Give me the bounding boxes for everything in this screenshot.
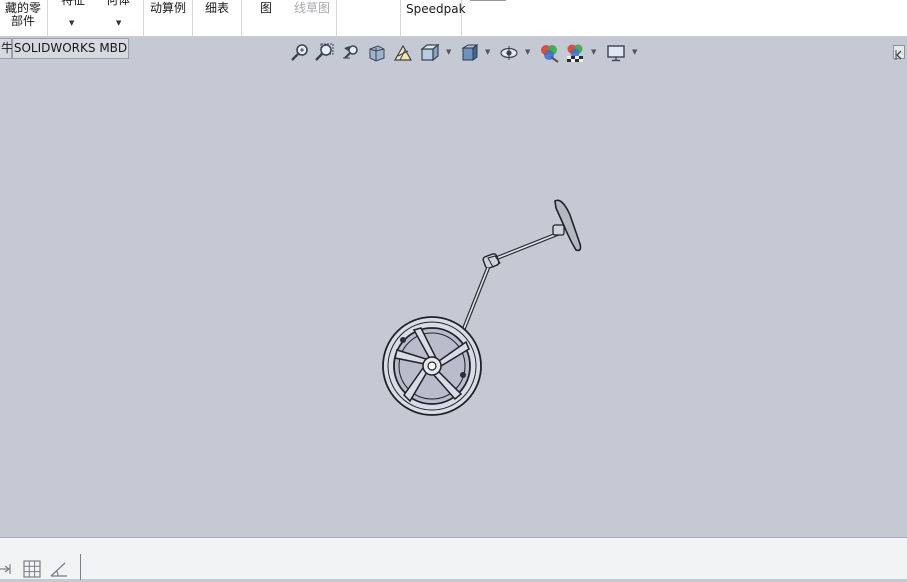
ribbon-label-speedpak: Speedpak: [406, 2, 466, 16]
steering-wheel-linkage-model[interactable]: [0, 61, 907, 537]
dimension-icon[interactable]: [0, 560, 14, 578]
ribbon-label-geometry: 何体: [106, 0, 131, 7]
ribbon-group-empty: [337, 0, 401, 36]
ribbon-label-hidden-parts-line2: 部件: [11, 14, 36, 28]
ribbon-cropped-label-fragment: [470, 0, 506, 1]
ribbon-group-hidden-parts[interactable]: 藏的零 部件: [0, 0, 48, 36]
universal-joint: [482, 253, 501, 269]
ribbon-group-exploded-view[interactable]: 图 线草图: [242, 0, 337, 36]
ribbon-group-speedpak[interactable]: Speedpak: [401, 0, 466, 36]
view-orientation-caret-icon[interactable]: ▼: [446, 48, 451, 56]
tab-solidworks-mbd[interactable]: SOLIDWORKS MBD: [12, 38, 129, 59]
task-pane-toggle-icon[interactable]: [893, 45, 905, 60]
road-wheel: [382, 316, 482, 416]
ribbon-label-exploded-view: 图: [260, 1, 273, 15]
steering-wheel: [552, 199, 582, 252]
geometry-dropdown-caret-icon[interactable]: ▼: [116, 19, 121, 27]
ribbon-label-explode-line-sketch: 线草图: [294, 1, 331, 15]
view-settings-caret-icon[interactable]: ▼: [632, 48, 637, 56]
features-dropdown-caret-icon[interactable]: ▼: [69, 19, 74, 27]
display-style-caret-icon[interactable]: ▼: [485, 48, 490, 56]
ribbon-label-hidden-parts-line1: 藏的零: [5, 1, 42, 15]
status-bar: [0, 537, 907, 580]
grid-icon[interactable]: [23, 560, 41, 578]
ribbon-group-bom[interactable]: 细表: [193, 0, 242, 36]
tab-row: 牛 SOLIDWORKS MBD: [0, 37, 907, 61]
ribbon-group-features[interactable]: 特征 ▼: [48, 0, 96, 36]
status-divider: [80, 554, 81, 580]
ribbon-label-motion-study: 动算例: [150, 1, 187, 15]
ribbon-group-motion-study[interactable]: 动算例: [144, 0, 193, 36]
hide-show-items-caret-icon[interactable]: ▼: [525, 48, 530, 56]
apply-scene-caret-icon[interactable]: ▼: [591, 48, 596, 56]
ribbon-label-features: 特征: [61, 0, 86, 7]
command-manager-ribbon: 藏的零 部件 特征 ▼ 何体 ▼ 动算例 细表 图 线草图 Speedpak: [0, 0, 907, 37]
tab-previous[interactable]: 牛: [0, 38, 13, 59]
ribbon-group-geometry[interactable]: 何体 ▼: [96, 0, 144, 36]
ribbon-label-bom: 细表: [205, 1, 230, 15]
graphics-viewport[interactable]: [0, 61, 907, 537]
angle-icon[interactable]: [50, 560, 68, 578]
